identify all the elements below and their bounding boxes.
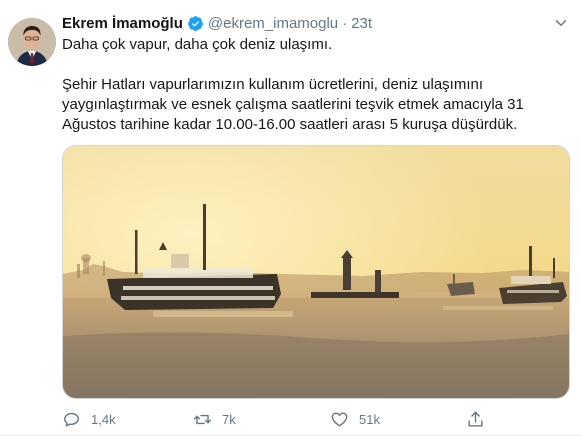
timestamp[interactable]: 23t (351, 15, 372, 32)
reply-icon (64, 412, 79, 427)
verified-badge-icon (187, 15, 204, 32)
reply-count: 1,4k (91, 411, 116, 427)
author-handle[interactable]: @ekrem_imamoglu (208, 15, 338, 32)
tweet-text: Daha çok vapur, daha çok deniz ulaşımı. … (62, 35, 570, 135)
avatar[interactable] (8, 18, 56, 66)
like-count: 51k (359, 411, 380, 427)
reply-button[interactable]: 1,4k (62, 405, 116, 433)
tweet-text-paragraph: Şehir Hatları vapurlarımızın kullanım üc… (62, 76, 524, 133)
retweet-icon (193, 414, 212, 424)
tweet-actions: 1,4k 7k 51k (62, 405, 502, 433)
tweet-header: Ekrem İmamoğlu @ekrem_imamoglu · 23t (62, 12, 570, 34)
share-button[interactable] (466, 405, 485, 433)
like-button[interactable]: 51k (330, 405, 380, 433)
chevron-down-icon[interactable] (552, 14, 570, 32)
tweet-content: Ekrem İmamoğlu @ekrem_imamoglu · 23t Dah… (62, 12, 570, 135)
author-name[interactable]: Ekrem İmamoğlu (62, 15, 183, 32)
tweet[interactable]: Ekrem İmamoğlu @ekrem_imamoglu · 23t Dah… (0, 0, 581, 436)
tweet-text-line: Daha çok vapur, daha çok deniz ulaşımı. (62, 36, 333, 53)
retweet-count: 7k (222, 411, 236, 427)
heart-icon (331, 411, 348, 427)
separator-dot: · (342, 14, 348, 32)
tweet-photo[interactable] (62, 145, 570, 399)
retweet-button[interactable]: 7k (193, 405, 236, 433)
share-icon (468, 411, 483, 427)
